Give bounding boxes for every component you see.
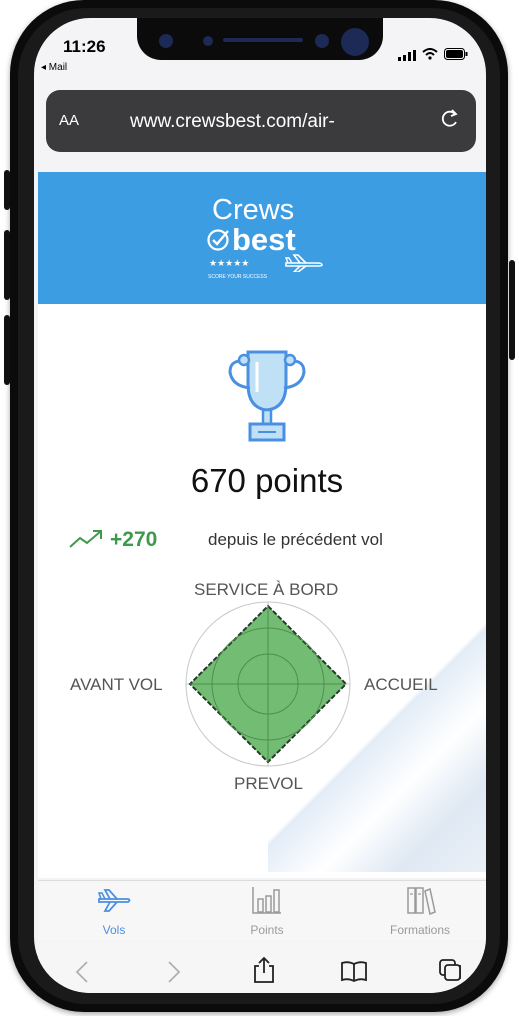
url-text[interactable]: www.crewsbest.com/air- <box>130 111 335 133</box>
tab-formations-label: Formations <box>389 923 451 937</box>
mute-switch <box>4 170 10 210</box>
logo-stars: ★★★★★ <box>209 258 250 268</box>
points-total: 670 points <box>190 462 344 499</box>
tab-formations[interactable]: Formations <box>344 881 486 941</box>
logo-brand-line2: best <box>232 222 296 257</box>
address-bar[interactable]: AA www.crewsbest.com/air- <box>46 90 476 152</box>
status-time: 11:26 <box>63 37 106 56</box>
tab-points-label: Points <box>250 923 284 937</box>
points-gain: +270 <box>110 528 158 551</box>
wifi-icon <box>422 47 438 65</box>
tab-vols[interactable]: Vols <box>38 881 190 941</box>
trend-up-icon <box>68 528 104 555</box>
radar-label-service: SERVICE À BORD <box>194 580 339 599</box>
forward-icon[interactable] <box>154 960 194 990</box>
logo-tagline: SCORE YOUR SUCCESS <box>208 274 268 280</box>
battery-icon <box>444 47 468 65</box>
tab-points[interactable]: Points <box>191 881 343 941</box>
volume-down-button <box>4 315 10 385</box>
camera-lens-icon <box>315 34 329 48</box>
reload-icon[interactable] <box>440 108 460 136</box>
signal-icon <box>398 48 416 66</box>
points-gain-label: depuis le précédent vol <box>208 530 383 549</box>
share-icon[interactable] <box>244 956 284 986</box>
radar-label-avant-vol: AVANT VOL <box>70 675 163 694</box>
speaker-grille <box>223 38 303 42</box>
camera-notch <box>137 18 383 60</box>
back-to-mail-link[interactable]: ◂ Mail <box>41 62 67 73</box>
browser-toolbar <box>38 942 486 993</box>
web-page: Crews best ★★★★★ SCORE YOUR SUCCESS 670 … <box>38 172 486 878</box>
bookmarks-icon[interactable] <box>334 958 374 988</box>
text-size-button[interactable]: AA <box>59 112 79 129</box>
tab-vols-label: Vols <box>102 923 126 937</box>
bar-chart-icon <box>251 885 283 920</box>
header-banner: Crews best ★★★★★ SCORE YOUR SUCCESS <box>38 172 486 304</box>
volume-up-button <box>4 230 10 300</box>
camera-lens-icon <box>159 34 173 48</box>
radar-chart <box>185 601 351 767</box>
books-icon <box>406 885 436 920</box>
check-circle-icon <box>206 228 230 257</box>
trophy-icon <box>224 348 310 449</box>
power-button <box>509 260 515 360</box>
tabs-icon[interactable] <box>430 958 470 988</box>
radar-label-accueil: ACCUEIL <box>364 675 438 694</box>
front-camera-icon <box>341 28 369 56</box>
airplane-icon <box>96 887 132 918</box>
radar-label-prevol: PREVOL <box>234 774 303 793</box>
sensor-icon <box>203 36 213 46</box>
back-icon[interactable] <box>62 960 102 990</box>
airplane-logo-icon <box>284 254 324 277</box>
app-tab-bar: Vols Points Formations <box>38 880 486 941</box>
phone-screen: 11:26 ◂ Mail AA www.crewsbest.com/air- C… <box>34 18 486 993</box>
